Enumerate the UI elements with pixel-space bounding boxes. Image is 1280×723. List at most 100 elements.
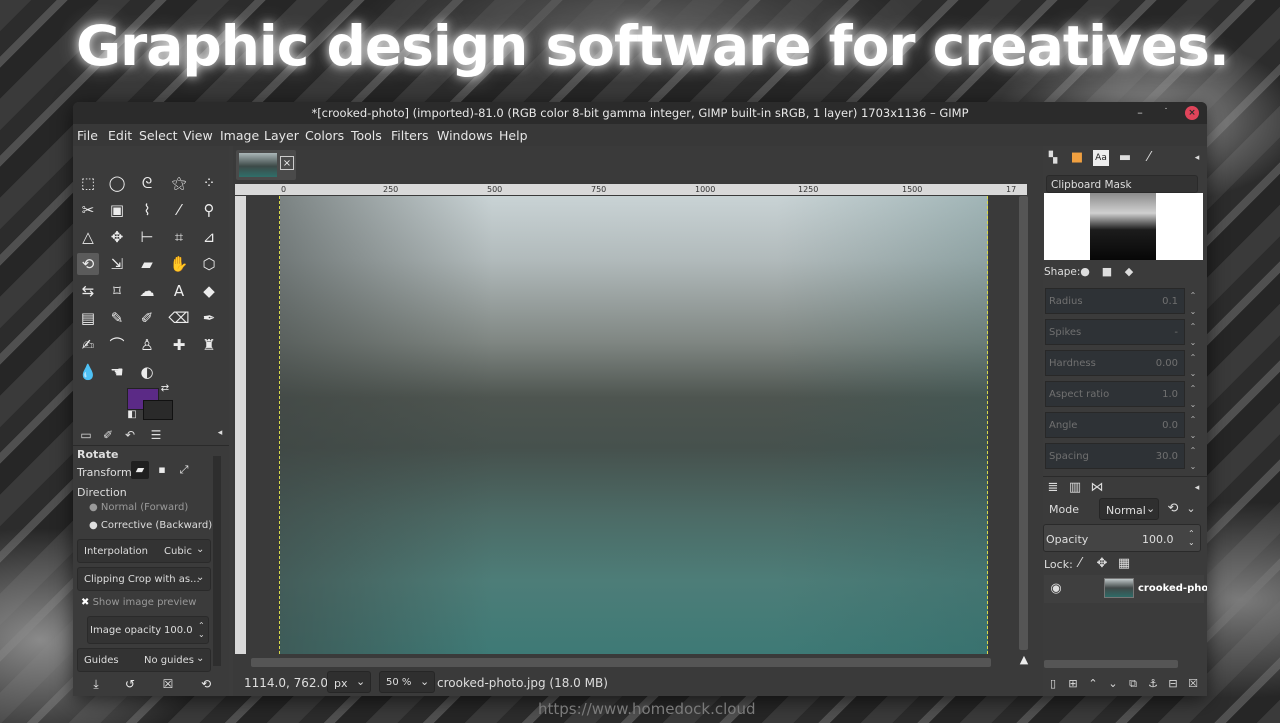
- lasso-icon[interactable]: ᘓ: [136, 172, 158, 194]
- color-picker-icon[interactable]: ⁄: [168, 199, 190, 221]
- opacity-field[interactable]: Opacity 100.0 ⌃ ⌄: [1043, 524, 1201, 552]
- mode-combo[interactable]: Normal ⌄: [1099, 498, 1159, 520]
- restore-options-icon[interactable]: ↺: [119, 673, 141, 695]
- warp-icon[interactable]: ✋: [168, 253, 190, 275]
- shear-icon[interactable]: ▰: [136, 253, 158, 275]
- smudge-icon[interactable]: ☚: [106, 361, 128, 383]
- vertical-scrollbar[interactable]: [1019, 196, 1028, 650]
- crop-icon[interactable]: ⌗: [168, 226, 190, 248]
- spikes-slider[interactable]: Spikes -: [1045, 319, 1185, 345]
- zoom-icon[interactable]: ⚲: [198, 199, 220, 221]
- spacing-slider[interactable]: Spacing 30.0: [1045, 443, 1185, 469]
- menu-help[interactable]: Help: [499, 128, 528, 143]
- scale-icon[interactable]: ⇲: [106, 253, 128, 275]
- undo-history-tab-icon[interactable]: ↶: [121, 428, 139, 444]
- close-tab-icon[interactable]: ×: [280, 156, 294, 170]
- delete-layer-icon[interactable]: ☒: [1185, 676, 1201, 692]
- layers-tab-icon[interactable]: ≣: [1045, 480, 1061, 496]
- raise-layer-icon[interactable]: ⌃: [1085, 676, 1101, 692]
- close-button[interactable]: ×: [1185, 106, 1199, 120]
- align-icon[interactable]: ⊢: [136, 226, 158, 248]
- hardness-slider[interactable]: Hardness 0.00: [1045, 350, 1185, 376]
- chevron-down-icon[interactable]: ⌄: [1183, 501, 1199, 517]
- reset-options-icon[interactable]: ⟲: [195, 673, 217, 695]
- dodge-burn-icon[interactable]: ◐: [136, 361, 158, 383]
- unified-transform-icon[interactable]: ⊿: [198, 226, 220, 248]
- seamless-clone-icon[interactable]: ☁: [136, 280, 158, 302]
- fonts-tab-icon[interactable]: Aa: [1093, 150, 1109, 166]
- paintbrush-icon[interactable]: ✐: [136, 307, 158, 329]
- transform-layer-icon[interactable]: ▰: [131, 461, 149, 479]
- image-opacity-field[interactable]: Image opacity 100.0 ⌃ ⌄: [87, 616, 209, 644]
- brushes-tab-icon[interactable]: ▚: [1045, 150, 1061, 166]
- navigate-icon[interactable]: ▲: [1017, 653, 1031, 667]
- blur-icon[interactable]: 💧: [77, 361, 99, 383]
- show-preview-checkbox[interactable]: ✖ Show image preview: [81, 597, 196, 608]
- spin-arrows-icon[interactable]: ⌃ ⌄: [1188, 529, 1195, 547]
- radius-slider[interactable]: Radius 0.1: [1045, 288, 1185, 314]
- menu-colors[interactable]: Colors: [305, 128, 344, 143]
- lower-layer-icon[interactable]: ⌄: [1105, 676, 1121, 692]
- lock-alpha-icon[interactable]: ▦: [1116, 556, 1132, 572]
- configure-tab-icon[interactable]: ◂: [211, 428, 229, 444]
- minimize-button[interactable]: –: [1133, 106, 1147, 120]
- flip-icon[interactable]: ⇆: [77, 280, 99, 302]
- lock-pixels-icon[interactable]: ⁄: [1072, 556, 1088, 572]
- pencil-icon[interactable]: ✎: [106, 307, 128, 329]
- merge-layer-icon[interactable]: ⊟: [1165, 676, 1181, 692]
- text-icon[interactable]: A: [168, 280, 190, 302]
- heal-icon[interactable]: ✚: [168, 334, 190, 356]
- configure-tab-icon[interactable]: ◂: [1189, 150, 1205, 166]
- tool-options-scrollbar[interactable]: [213, 456, 221, 666]
- document-history-tab-icon[interactable]: ▬: [1117, 150, 1133, 166]
- transform-selection-icon[interactable]: ▪: [153, 461, 171, 479]
- visibility-eye-icon[interactable]: ◉: [1048, 581, 1064, 597]
- images-tab-icon[interactable]: ☰: [147, 428, 165, 444]
- color-select-icon[interactable]: ⁘: [198, 172, 220, 194]
- background-color-swatch[interactable]: [143, 400, 173, 420]
- perspective-clone-icon[interactable]: ♜: [198, 334, 220, 356]
- new-layer-group-icon[interactable]: ▯: [1045, 676, 1061, 692]
- menu-layer[interactable]: Layer: [264, 128, 299, 143]
- interpolation-combo[interactable]: Interpolation Cubic ⌄: [77, 539, 211, 563]
- bucket-fill-icon[interactable]: ◆: [198, 280, 220, 302]
- gradient-icon[interactable]: ▤: [77, 307, 99, 329]
- radio-corrective[interactable]: ● Corrective (Backward): [89, 520, 212, 531]
- menu-windows[interactable]: Windows: [437, 128, 493, 143]
- menu-file[interactable]: File: [77, 128, 98, 143]
- shape-square-icon[interactable]: ■: [1099, 264, 1115, 280]
- rect-select-icon[interactable]: ⬚: [77, 172, 99, 194]
- menu-tools[interactable]: Tools: [351, 128, 382, 143]
- default-colors-icon[interactable]: ◧: [125, 408, 139, 422]
- configure-tab-icon[interactable]: ◂: [1189, 480, 1205, 496]
- tool-options-tab-icon[interactable]: ▭: [77, 428, 95, 444]
- rotate-icon[interactable]: ⟲: [77, 253, 99, 275]
- angle-slider[interactable]: Angle 0.0: [1045, 412, 1185, 438]
- swap-colors-icon[interactable]: ⇄: [158, 382, 172, 396]
- brush-editor-tab-icon[interactable]: ⁄: [1141, 150, 1157, 166]
- shape-diamond-icon[interactable]: ◆: [1121, 264, 1137, 280]
- menu-edit[interactable]: Edit: [108, 128, 132, 143]
- aspect-ratio-slider[interactable]: Aspect ratio 1.0: [1045, 381, 1185, 407]
- clipping-combo[interactable]: Clipping Crop with as... ⌄: [77, 567, 211, 591]
- slider-spin-arrows-icon[interactable]: ⌃ ⌄ ⌃ ⌄ ⌃ ⌄ ⌃ ⌄ ⌃ ⌄ ⌃ ⌄: [1187, 288, 1199, 471]
- radio-normal[interactable]: ● Normal (Forward): [89, 502, 188, 513]
- duplicate-layer-icon[interactable]: ⧉: [1125, 676, 1141, 692]
- cage-icon[interactable]: ⌑: [106, 280, 128, 302]
- image-tab[interactable]: ×: [236, 150, 296, 180]
- paths-tab-icon[interactable]: ⋈: [1089, 480, 1105, 496]
- save-options-icon[interactable]: ⤓: [85, 673, 107, 695]
- menu-image[interactable]: Image: [220, 128, 259, 143]
- menu-view[interactable]: View: [183, 128, 213, 143]
- eraser-icon[interactable]: ⌫: [168, 307, 190, 329]
- move-icon[interactable]: ✥: [106, 226, 128, 248]
- menu-filters[interactable]: Filters: [391, 128, 428, 143]
- clone-icon[interactable]: ♙: [136, 334, 158, 356]
- 3d-transform-icon[interactable]: ⬡: [198, 253, 220, 275]
- delete-options-icon[interactable]: ☒: [157, 673, 179, 695]
- photo-canvas[interactable]: [280, 196, 988, 654]
- fuzzy-select-icon[interactable]: ⚝: [168, 172, 190, 194]
- layers-scrollbar[interactable]: [1044, 660, 1178, 668]
- mypaint-brush-icon[interactable]: ⌒: [106, 334, 128, 356]
- shape-circle-icon[interactable]: ●: [1077, 264, 1093, 280]
